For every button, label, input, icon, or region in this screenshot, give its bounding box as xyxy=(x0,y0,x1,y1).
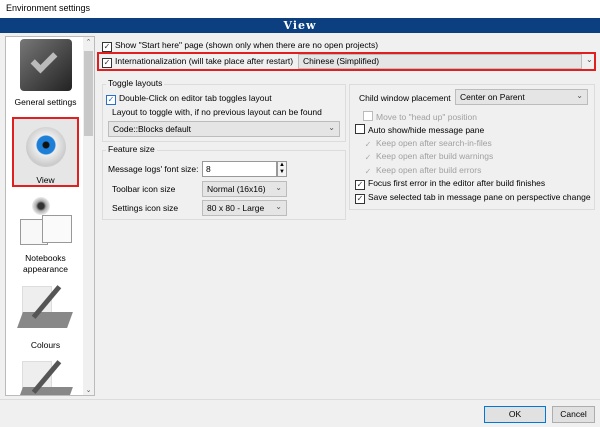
toolbar-icon-label: Toolbar icon size xyxy=(112,184,176,194)
checkbox-label: Auto show/hide message pane xyxy=(368,125,485,135)
chevron-down-icon[interactable]: ⌄ xyxy=(586,55,593,64)
group-title: Toggle layouts xyxy=(106,78,165,88)
window-title: Environment settings xyxy=(0,0,600,18)
i18n-checkbox[interactable]: ✓ Internationalization (will take place a… xyxy=(102,56,296,68)
head-up-checkbox[interactable]: Move to "head up" position xyxy=(363,111,591,123)
checkbox-label: Move to "head up" position xyxy=(376,112,478,122)
checkbox-label: Show "Start here" page (shown only when … xyxy=(115,40,379,50)
ok-button[interactable]: OK xyxy=(484,406,546,423)
palette-icon xyxy=(16,282,73,334)
checkbox-icon: ✓ xyxy=(102,58,112,68)
checkbox-label: Focus first error in the editor after bu… xyxy=(368,178,546,188)
highlight-box xyxy=(12,117,79,187)
auto-show-checkbox[interactable]: Auto show/hide message pane xyxy=(355,124,591,136)
language-select[interactable]: Chinese (Simplified) xyxy=(298,54,582,69)
placement-select[interactable]: Center on Parent ⌄ xyxy=(455,89,588,105)
chevron-down-icon: ⌄ xyxy=(576,91,583,100)
sidebar-item-label: Notebooks appearance xyxy=(23,253,68,274)
show-start-here-checkbox[interactable]: ✓ Show "Start here" page (shown only when… xyxy=(102,40,582,52)
chevron-down-icon: ⌄ xyxy=(275,183,282,192)
chevron-down-icon: ⌄ xyxy=(275,202,282,211)
scroll-down-icon[interactable]: ⌄ xyxy=(84,386,93,394)
scrollbar-thumb[interactable] xyxy=(84,51,93,136)
select-value: Normal (16x16) xyxy=(207,184,266,194)
sidebar-item-label: Colours xyxy=(30,340,61,350)
language-value: Chinese (Simplified) xyxy=(303,56,380,66)
sidebar-scrollbar[interactable]: ⌃ ⌄ xyxy=(83,37,94,395)
input-value: 8 xyxy=(206,164,211,174)
checkbox-icon: ✓ xyxy=(364,140,372,149)
sidebar-item-label: General settings xyxy=(14,97,77,107)
palette-icon xyxy=(16,357,73,395)
keep-warnings-checkbox[interactable]: ✓ Keep open after build warnings xyxy=(363,151,591,164)
notebooks-icon xyxy=(19,197,72,249)
checkbox-label: Double-Click on editor tab toggles layou… xyxy=(119,93,272,103)
page-header: View xyxy=(0,18,600,33)
font-size-label: Message logs' font size: xyxy=(108,164,199,174)
font-size-input[interactable]: 8 xyxy=(202,161,277,177)
divider xyxy=(0,399,600,400)
checkbox-label: Save selected tab in message pane on per… xyxy=(368,192,591,202)
sidebar-item-notebooks[interactable]: Notebooks appearance xyxy=(8,197,83,275)
group-title: Feature size xyxy=(106,144,157,154)
checkbox-icon xyxy=(355,124,365,134)
checkbox-icon: ✓ xyxy=(364,153,372,162)
keep-search-checkbox[interactable]: ✓ Keep open after search-in-files xyxy=(363,138,591,151)
checkbox-icon: ✓ xyxy=(355,194,365,204)
settings-icon-label: Settings icon size xyxy=(112,203,179,213)
scroll-up-icon[interactable]: ⌃ xyxy=(84,38,93,46)
checkbox-label: Keep open after build errors xyxy=(376,165,482,175)
layout-select[interactable]: Code::Blocks default ⌄ xyxy=(108,121,340,137)
sidebar-item-general-settings[interactable]: General settings xyxy=(8,39,83,107)
checkbox-icon xyxy=(363,111,373,121)
checkbox-icon: ✓ xyxy=(355,180,365,190)
select-value: Center on Parent xyxy=(460,92,525,102)
select-value: Code::Blocks default xyxy=(113,124,191,134)
layout-label: Layout to toggle with, if no previous la… xyxy=(112,107,322,117)
sidebar-item-colours[interactable]: Colours xyxy=(8,282,83,350)
cancel-button[interactable]: Cancel xyxy=(552,406,595,423)
toolbar-icon-select[interactable]: Normal (16x16) ⌄ xyxy=(202,181,287,197)
general-settings-icon xyxy=(19,39,72,91)
settings-icon-select[interactable]: 80 x 80 - Large ⌄ xyxy=(202,200,287,216)
checkbox-label: Keep open after search-in-files xyxy=(376,138,492,148)
double-click-toggle-checkbox[interactable]: ✓ Double-Click on editor tab toggles layo… xyxy=(106,93,342,105)
chevron-down-icon: ⌄ xyxy=(328,123,335,132)
select-value: 80 x 80 - Large xyxy=(207,203,265,213)
checkbox-icon: ✓ xyxy=(102,42,112,52)
checkbox-label: Internationalization (will take place af… xyxy=(115,56,294,66)
checkbox-icon: ✓ xyxy=(364,167,372,176)
font-size-spinner[interactable]: ▲ ▼ xyxy=(277,161,287,177)
focus-error-checkbox[interactable]: ✓ Focus first error in the editor after b… xyxy=(355,178,591,190)
sidebar-item-more[interactable] xyxy=(8,357,83,395)
placement-label: Child window placement xyxy=(359,93,451,103)
save-tab-checkbox[interactable]: ✓ Save selected tab in message pane on pe… xyxy=(355,192,591,204)
checkbox-icon: ✓ xyxy=(106,95,116,105)
checkbox-label: Keep open after build warnings xyxy=(376,151,494,161)
keep-errors-checkbox[interactable]: ✓ Keep open after build errors xyxy=(363,165,591,178)
settings-sidebar[interactable]: General settings View Notebooks appearan… xyxy=(5,36,95,396)
